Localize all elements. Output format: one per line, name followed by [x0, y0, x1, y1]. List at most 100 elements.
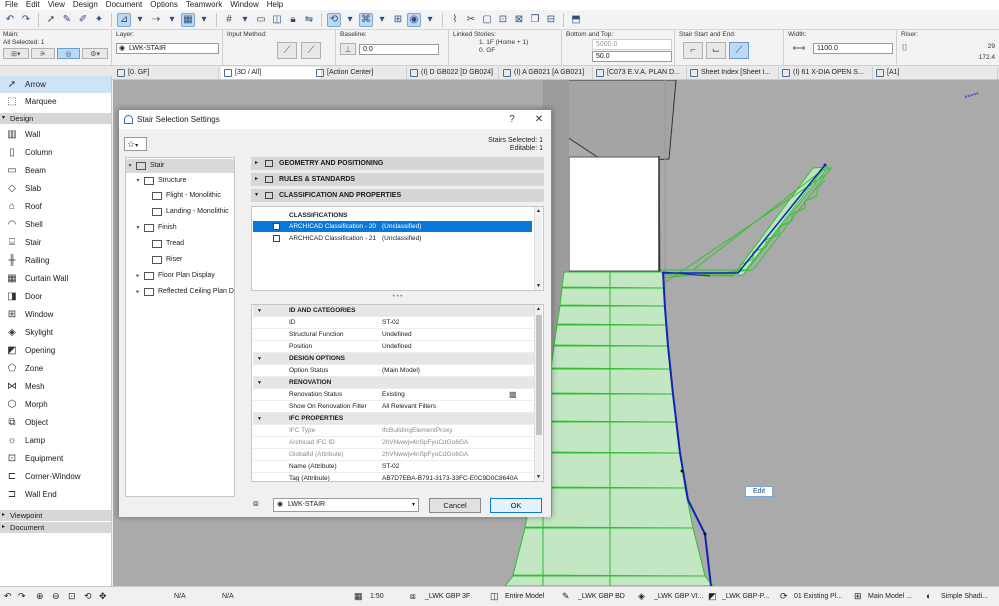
menu-teamwork[interactable]: Teamwork	[183, 0, 227, 10]
tree-item-stair[interactable]: ▾ Stair	[126, 159, 234, 173]
tool-opening[interactable]: ◩ Opening	[0, 342, 111, 359]
group-design-options[interactable]: ▼ DESIGN OPTIONS	[253, 353, 534, 365]
panel-classification-properties[interactable]: ▾ CLASSIFICATION AND PROPERTIES	[251, 189, 544, 202]
width-field[interactable]: 1100.0	[813, 43, 893, 54]
bottom-field[interactable]: 50.0	[592, 51, 672, 62]
classifications-scrollbar[interactable]: ▲ ▼	[534, 207, 542, 290]
3d-style[interactable]: Simple Shadi...	[941, 591, 988, 603]
tree-item-riser[interactable]: Riser	[150, 253, 182, 267]
tool-skylight[interactable]: ◈ Skylight	[0, 324, 111, 341]
undo-icon[interactable]: ↶	[3, 13, 17, 27]
snap-guides-icon[interactable]: ⊿	[117, 12, 131, 27]
viewpoint-header[interactable]: ▸ Viewpoint	[0, 510, 111, 521]
suspend-groups-icon[interactable]: ⇢	[149, 13, 163, 27]
scroll-down-icon[interactable]: ▼	[536, 283, 541, 289]
split-icon[interactable]: ⊡	[496, 13, 510, 27]
measure-icon[interactable]: ⌇	[448, 13, 462, 27]
help-button[interactable]: ?	[504, 112, 520, 127]
layer-dropdown[interactable]: ◉ LWK-STAIR	[116, 43, 219, 54]
fit-window-icon[interactable]: ⊡	[68, 590, 76, 602]
tool-wall[interactable]: ▥ Wall	[0, 126, 111, 143]
pen-set[interactable]: _LWK GBP BD	[578, 591, 625, 603]
tab-detail-gb022[interactable]: (I) D GB022 [D GB024]	[407, 67, 499, 79]
edit-tooltip[interactable]: Edit	[745, 486, 773, 497]
riser-count[interactable]: 29	[988, 43, 995, 51]
polyline-input-icon[interactable]: ⟋	[301, 42, 321, 59]
tool-equipment[interactable]: ⊡ Equipment	[0, 450, 111, 467]
baseline-field[interactable]: 0.0	[359, 43, 439, 55]
selection-mode-icon[interactable]: ⊞▾	[3, 48, 29, 59]
tool-mesh[interactable]: ⋈ Mesh	[0, 378, 111, 395]
scissors-icon[interactable]: ✂	[464, 13, 478, 27]
model-view-option[interactable]: _LWK GBP VI...	[654, 591, 704, 603]
scroll-down-icon[interactable]: ▼	[536, 474, 541, 480]
magic-wand-icon[interactable]: ✦	[92, 13, 106, 27]
perspective-dropdown-icon[interactable]: ▾	[375, 13, 389, 27]
prop-row[interactable]: Position Undefined	[253, 341, 534, 353]
tool-zone[interactable]: ⬠ Zone	[0, 360, 111, 377]
perspective-icon[interactable]: ⌘	[359, 12, 373, 27]
favorites-icon[interactable]: ◎	[56, 48, 81, 59]
document-header[interactable]: ▸ Document	[0, 522, 111, 533]
prop-row[interactable]: Option Status (Main Model)	[253, 365, 534, 377]
stair-end-icon[interactable]: ⟋	[729, 42, 749, 59]
prop-row[interactable]: Show On Renovation Filter All Relevant Fi…	[253, 401, 534, 413]
filter-cut-icon[interactable]: ◉	[407, 12, 421, 27]
prop-row[interactable]: Tag (Attribute) AB7D7EBA-B791-3173-33FC-E…	[253, 473, 534, 481]
close-button[interactable]: ✕	[531, 112, 547, 127]
tool-lamp[interactable]: ☼ Lamp	[0, 432, 111, 449]
menu-window[interactable]: Window	[227, 0, 263, 10]
renovation-filter[interactable]: 01 Existing Pl...	[794, 591, 842, 603]
redo-icon[interactable]: ↷	[19, 13, 33, 27]
tool-stair[interactable]: ⌸ Stair	[0, 234, 111, 251]
tree-item-landing[interactable]: Landing - Monolithic	[150, 205, 229, 219]
tab-61-x-dia[interactable]: (I) 61 X-DIA OPEN S...	[779, 67, 873, 79]
tool-slab[interactable]: ◇ Slab	[0, 180, 111, 197]
tool-column[interactable]: ▯ Column	[0, 144, 111, 161]
stair-start-icon[interactable]: ⌐	[683, 42, 703, 59]
zoom-na-1[interactable]: N/A	[174, 591, 186, 603]
tree-item-floor-plan-display[interactable]: ▸ Floor Plan Display	[134, 269, 215, 283]
publish-icon[interactable]: ⬒	[569, 13, 583, 27]
prop-row[interactable]: Structural Function Undefined	[253, 329, 534, 341]
tree-item-structure[interactable]: ▾ Structure	[134, 174, 186, 188]
menu-design[interactable]: Design	[70, 0, 103, 10]
mirror-icon[interactable]: ⇋	[302, 13, 316, 27]
gravity-icon[interactable]: ▦	[181, 12, 195, 27]
stair-mid-icon[interactable]: ⌙	[706, 42, 726, 59]
pick-up-icon[interactable]: ✎	[60, 13, 74, 27]
tool-door[interactable]: ◨ Door	[0, 288, 111, 305]
design-option-set[interactable]: Main Model ...	[868, 591, 912, 603]
tab-3d[interactable]: [3D / All]	[221, 67, 322, 79]
explode-icon[interactable]: ⊠	[512, 13, 526, 27]
riser-height[interactable]: 172.4	[979, 54, 995, 62]
group-id-categories[interactable]: ▼ ID AND CATEGORIES	[253, 305, 534, 317]
tool-object[interactable]: ⧉ Object	[0, 414, 111, 431]
tab-c073[interactable]: [C073 E.V.A. PLAN D...	[593, 67, 687, 79]
orbit-dropdown-icon[interactable]: ▾	[343, 13, 357, 27]
tool-curtain-wall[interactable]: ▦ Curtain Wall	[0, 270, 111, 287]
layer-combination[interactable]: _LWK GBP 3F	[425, 591, 470, 603]
lock-icon[interactable]: 🔒︎	[286, 13, 300, 27]
tab-floor-plan[interactable]: [0. GF]	[114, 67, 219, 79]
menu-options[interactable]: Options	[147, 0, 183, 10]
splitter-handle[interactable]: • • •	[251, 293, 544, 301]
dialog-title-bar[interactable]: Stair Selection Settings ? ✕	[119, 110, 551, 129]
tab-sheet-index[interactable]: Sheet Index [Sheet I...	[687, 67, 779, 79]
menu-view[interactable]: View	[45, 0, 70, 10]
renovation-filter-icon[interactable]: ▩	[509, 389, 517, 401]
tab-action-center[interactable]: [Action Center]	[313, 67, 407, 79]
grid-dropdown-icon[interactable]: ▾	[238, 13, 252, 27]
design-header[interactable]: ▾ Design	[0, 113, 111, 124]
checkbox[interactable]	[273, 235, 280, 242]
stair-tool-icon[interactable]: ⚞	[30, 48, 55, 59]
cancel-button[interactable]: Cancel	[429, 498, 481, 513]
checkbox[interactable]	[273, 223, 280, 230]
group-ifc-properties[interactable]: ▼ IFC PROPERTIES	[253, 413, 534, 425]
trace-dropdown-icon[interactable]: ▾	[165, 13, 179, 27]
tool-roof[interactable]: ⌂ Roof	[0, 198, 111, 215]
tool-corner-window[interactable]: ⊏ Corner-Window	[0, 468, 111, 485]
panel-rules-standards[interactable]: ▸ RULES & STANDARDS	[251, 173, 544, 186]
orbit-icon[interactable]: ⟲	[327, 12, 341, 27]
orbit-status-icon[interactable]: ⟲	[84, 590, 92, 602]
